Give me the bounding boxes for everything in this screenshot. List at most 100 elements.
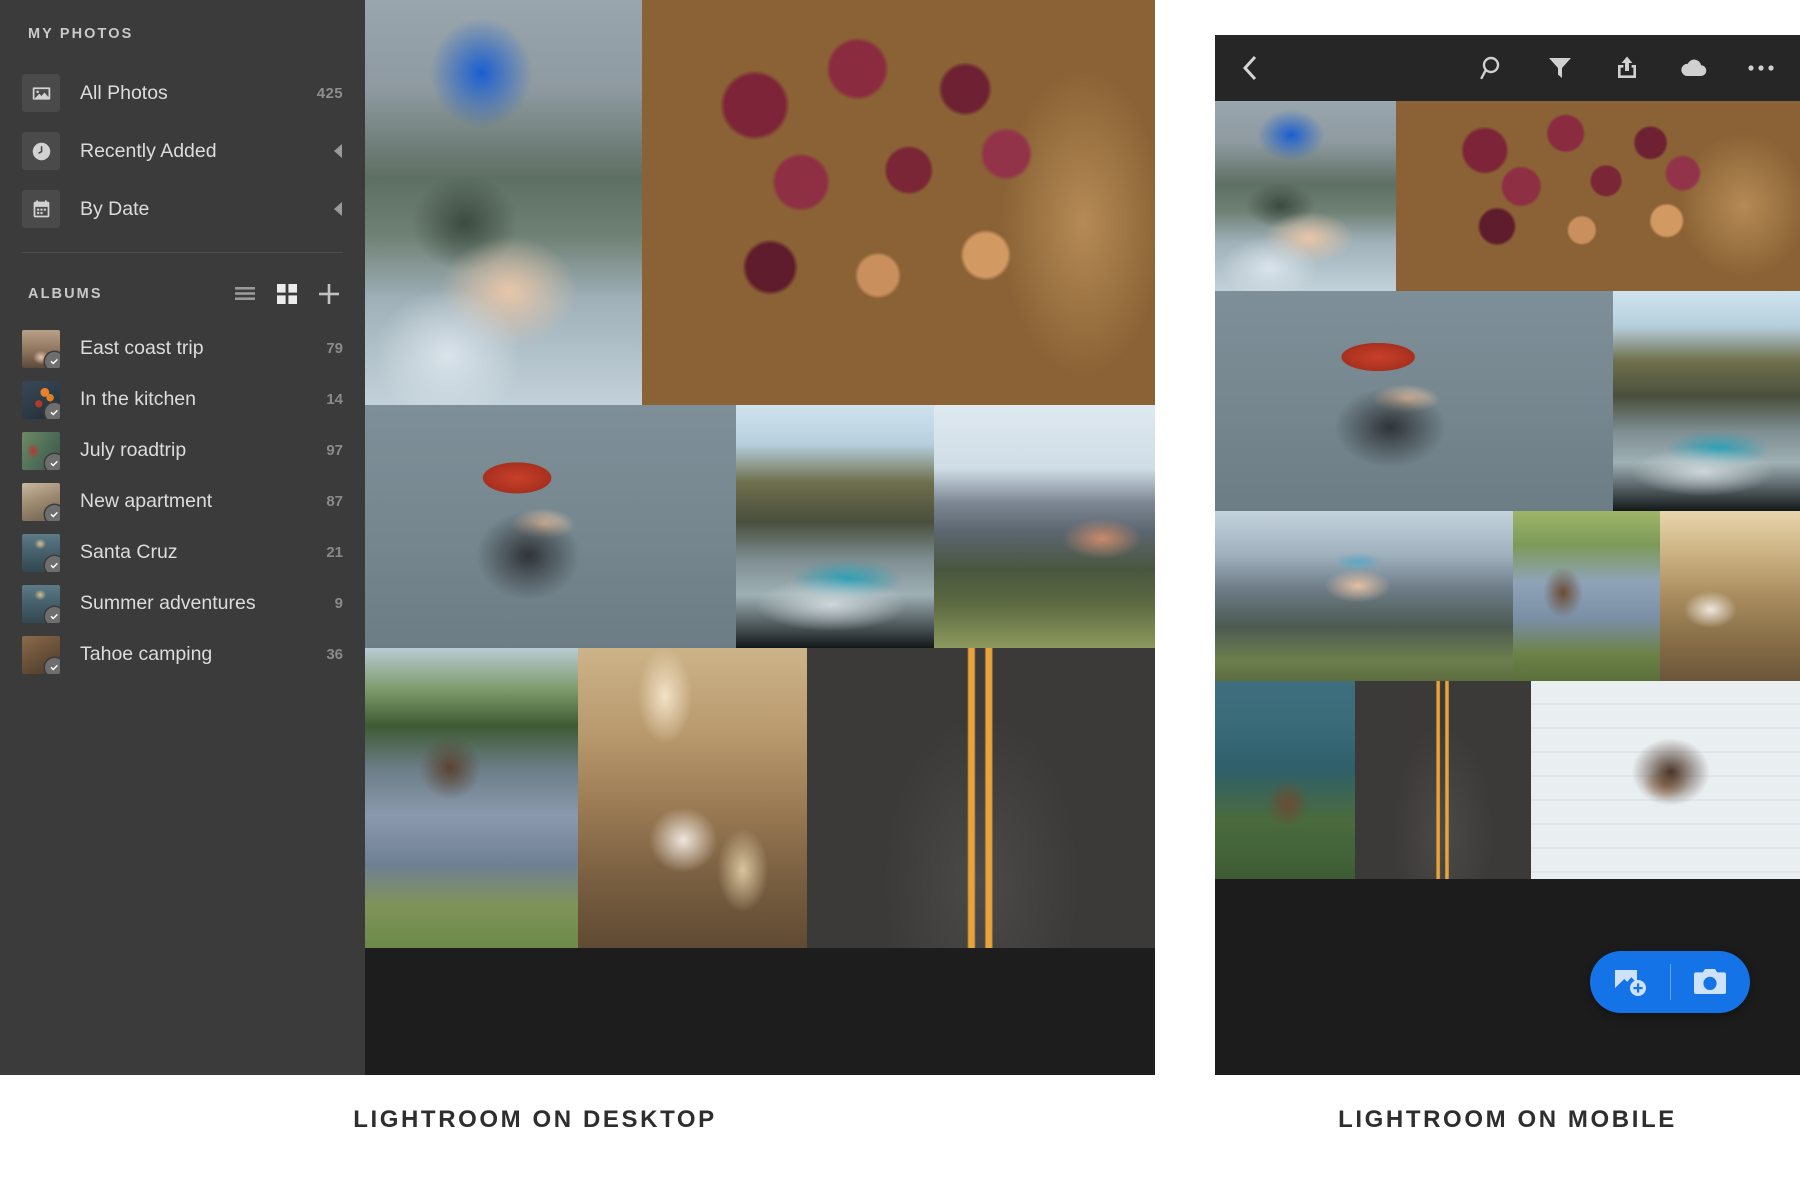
photo-grid-row bbox=[365, 648, 1155, 948]
back-chevron-icon[interactable] bbox=[1241, 53, 1271, 83]
sidebar-item-all-photos[interactable]: All Photos 425 bbox=[0, 64, 365, 122]
photo-dog-truck[interactable] bbox=[1513, 511, 1660, 681]
chevron-left-icon[interactable] bbox=[333, 202, 343, 216]
photo-rafting[interactable] bbox=[365, 0, 642, 405]
photo-thumbnail bbox=[365, 405, 737, 648]
photo-autumn-road[interactable] bbox=[1355, 681, 1531, 879]
all-photos-count: 425 bbox=[316, 84, 343, 102]
list-view-icon[interactable] bbox=[235, 286, 255, 302]
album-thumbnail bbox=[22, 380, 60, 419]
albums-list: East coast trip 79 In the kitchen 14 July ro… bbox=[0, 323, 365, 680]
photo-book-shelf[interactable] bbox=[1659, 511, 1800, 681]
photo-thumbnail bbox=[578, 648, 808, 948]
album-label: New apartment bbox=[80, 490, 213, 512]
photo-dog-truck[interactable] bbox=[365, 648, 579, 948]
photo-grid-row bbox=[365, 0, 1155, 405]
album-count: 79 bbox=[326, 340, 343, 357]
photo-grid-row bbox=[1215, 511, 1800, 681]
search-icon[interactable] bbox=[1478, 53, 1508, 83]
sidebar-item-label: All Photos bbox=[80, 81, 168, 104]
album-row[interactable]: East coast trip 79 bbox=[0, 323, 365, 374]
album-synced-check-icon bbox=[45, 606, 60, 623]
camera-button[interactable] bbox=[1671, 968, 1751, 996]
photo-grid-row bbox=[365, 405, 1155, 648]
album-label: Santa Cruz bbox=[80, 541, 178, 563]
calendar-icon bbox=[22, 190, 60, 228]
desktop-caption: LIGHTROOM ON DESKTOP bbox=[353, 1106, 717, 1133]
photo-rafting[interactable] bbox=[1215, 101, 1397, 291]
share-export-icon[interactable] bbox=[1612, 53, 1642, 83]
photo-man-grey[interactable] bbox=[1215, 291, 1613, 511]
desktop-sidebar: MY PHOTOS All Photos 425 Recently Added bbox=[0, 0, 365, 1075]
page-root: MY PHOTOS All Photos 425 Recently Added bbox=[0, 0, 1800, 1186]
mobile-app-window bbox=[1215, 35, 1800, 1075]
photo-thumbnail bbox=[365, 648, 579, 948]
grid-view-icon[interactable] bbox=[277, 284, 297, 304]
albums-heading: ALBUMS bbox=[28, 286, 103, 302]
photo-canoe-river[interactable] bbox=[1612, 291, 1800, 511]
album-count: 87 bbox=[326, 493, 343, 510]
more-options-icon[interactable] bbox=[1746, 53, 1776, 83]
album-label: Tahoe camping bbox=[80, 643, 213, 665]
photo-grid-row bbox=[1215, 101, 1800, 291]
photo-thumbnail bbox=[1215, 681, 1356, 879]
cloud-sync-icon[interactable] bbox=[1679, 53, 1709, 83]
photo-bandana[interactable] bbox=[1215, 511, 1514, 681]
floating-action-bar bbox=[1590, 951, 1750, 1013]
album-thumbnail bbox=[22, 584, 60, 623]
photo-canoe-river[interactable] bbox=[736, 405, 934, 648]
photo-thumbnail bbox=[641, 0, 1155, 405]
album-label: In the kitchen bbox=[80, 388, 196, 410]
photo-thumbnail bbox=[736, 405, 934, 648]
photo-thumbnail bbox=[1659, 511, 1800, 681]
album-count: 14 bbox=[326, 391, 343, 408]
album-row[interactable]: New apartment 87 bbox=[0, 476, 365, 527]
photo-man-grey[interactable] bbox=[365, 405, 737, 648]
photo-thumbnail bbox=[1513, 511, 1660, 681]
photo-thumbnail bbox=[1396, 101, 1800, 291]
photo-portrait[interactable] bbox=[1530, 681, 1800, 879]
album-row[interactable]: In the kitchen 14 bbox=[0, 374, 365, 425]
photo-lake-dog[interactable] bbox=[1215, 681, 1356, 879]
mobile-toolbar bbox=[1215, 35, 1800, 101]
album-synced-check-icon bbox=[45, 555, 60, 572]
photo-thumbnail bbox=[1215, 291, 1613, 511]
album-label: East coast trip bbox=[80, 337, 204, 359]
chevron-left-icon[interactable] bbox=[333, 144, 343, 158]
photo-thumbnail bbox=[1215, 101, 1397, 291]
photo-thumbnail bbox=[1215, 511, 1514, 681]
add-photo-button[interactable] bbox=[1590, 967, 1670, 997]
filter-funnel-icon[interactable] bbox=[1545, 53, 1575, 83]
clock-icon bbox=[22, 132, 60, 170]
photo-thumbnail bbox=[807, 648, 1155, 948]
photo-plums[interactable] bbox=[641, 0, 1155, 405]
album-thumbnail bbox=[22, 431, 60, 470]
sidebar-item-label: By Date bbox=[80, 197, 150, 220]
photo-thumbnail bbox=[1612, 291, 1800, 511]
photo-grid-row bbox=[1215, 291, 1800, 511]
sidebar-item-by-date[interactable]: By Date bbox=[0, 180, 365, 238]
album-row[interactable]: July roadtrip 97 bbox=[0, 425, 365, 476]
add-album-icon[interactable] bbox=[319, 284, 339, 304]
desktop-photo-grid bbox=[365, 0, 1155, 1075]
album-count: 9 bbox=[334, 595, 343, 612]
photo-thumbnail bbox=[1355, 681, 1531, 879]
album-row[interactable]: Summer adventures 9 bbox=[0, 578, 365, 629]
photo-thumbnail bbox=[365, 0, 642, 405]
album-synced-check-icon bbox=[45, 504, 60, 521]
photo-dog-window[interactable] bbox=[578, 648, 808, 948]
album-thumbnail bbox=[22, 482, 60, 521]
album-row[interactable]: Tahoe camping 36 bbox=[0, 629, 365, 680]
albums-header: ALBUMS bbox=[0, 279, 365, 309]
photo-thumbnail bbox=[933, 405, 1155, 648]
album-row[interactable]: Santa Cruz 21 bbox=[0, 527, 365, 578]
album-synced-check-icon bbox=[45, 453, 60, 470]
album-label: Summer adventures bbox=[80, 592, 256, 614]
my-photos-nav-list: All Photos 425 Recently Added By Date bbox=[0, 64, 365, 238]
photo-plums[interactable] bbox=[1396, 101, 1800, 291]
album-synced-check-icon bbox=[45, 402, 60, 419]
photo-autumn-road[interactable] bbox=[807, 648, 1155, 948]
album-count: 97 bbox=[326, 442, 343, 459]
photo-mountain[interactable] bbox=[933, 405, 1155, 648]
sidebar-item-recently-added[interactable]: Recently Added bbox=[0, 122, 365, 180]
